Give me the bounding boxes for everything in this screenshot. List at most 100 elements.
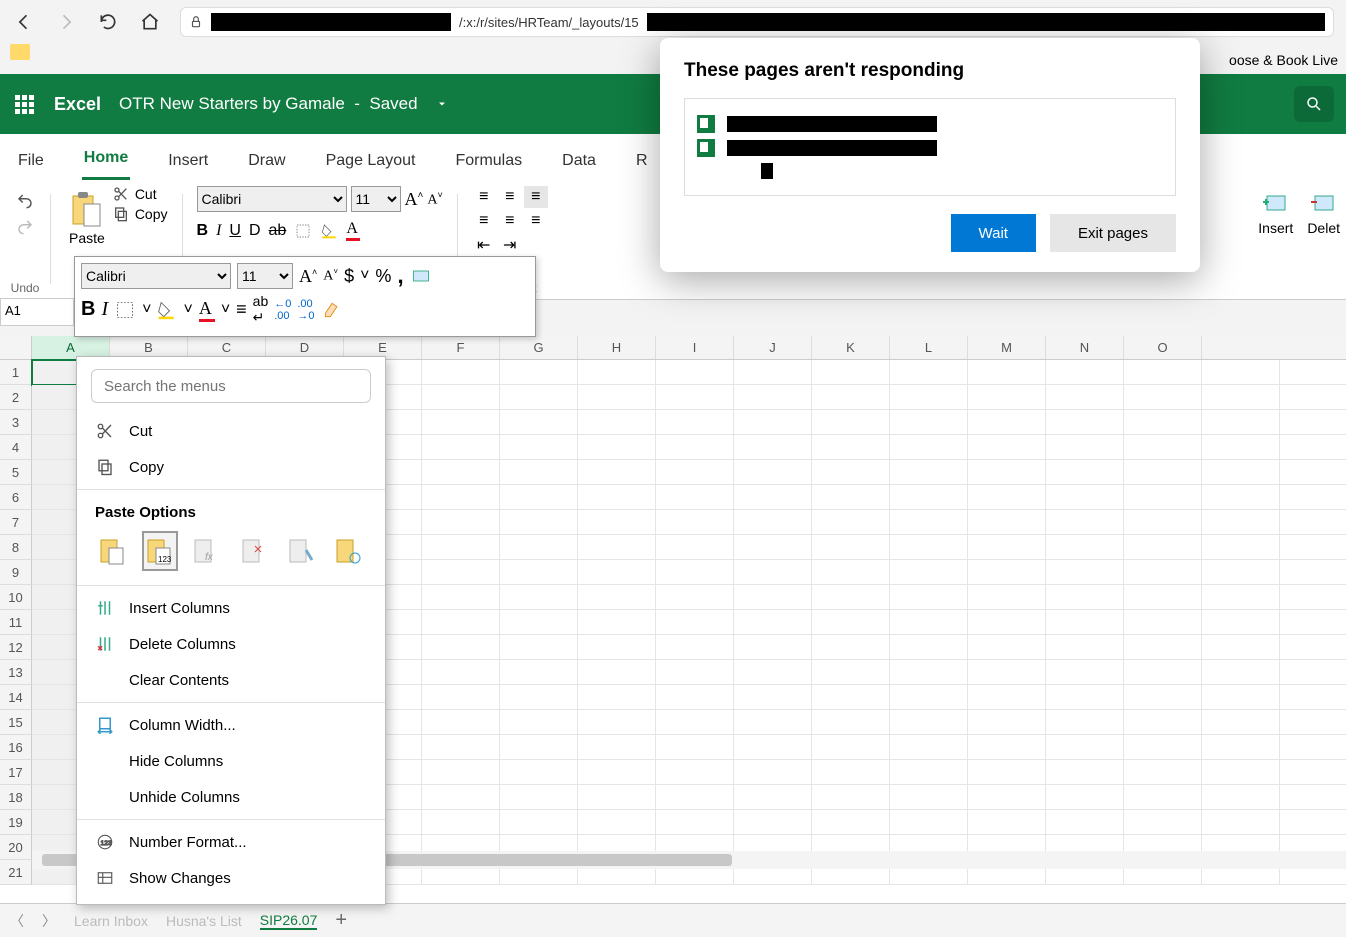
cell[interactable] bbox=[656, 810, 734, 835]
cell[interactable] bbox=[1046, 760, 1124, 785]
cell[interactable] bbox=[656, 535, 734, 560]
cell[interactable] bbox=[578, 660, 656, 685]
cell[interactable] bbox=[968, 635, 1046, 660]
cell[interactable] bbox=[1280, 635, 1346, 660]
cell[interactable] bbox=[1280, 785, 1346, 810]
cell[interactable] bbox=[734, 360, 812, 385]
cell[interactable] bbox=[890, 635, 968, 660]
cell[interactable] bbox=[578, 360, 656, 385]
row-header[interactable]: 20 bbox=[0, 835, 32, 860]
tab-data[interactable]: Data bbox=[560, 142, 598, 180]
align-top-left[interactable]: ≡ bbox=[472, 186, 496, 208]
row-header[interactable]: 3 bbox=[0, 410, 32, 435]
cell[interactable] bbox=[500, 635, 578, 660]
cell[interactable] bbox=[1046, 660, 1124, 685]
ctx-show-changes[interactable]: Show Changes bbox=[77, 860, 385, 896]
cell[interactable] bbox=[656, 510, 734, 535]
cell[interactable] bbox=[890, 485, 968, 510]
cell[interactable] bbox=[812, 610, 890, 635]
paste-option-link[interactable] bbox=[332, 531, 367, 571]
row-header[interactable]: 15 bbox=[0, 710, 32, 735]
address-bar[interactable]: /:x:/r/sites/HRTeam/_layouts/15 bbox=[180, 7, 1334, 37]
row-header[interactable]: 18 bbox=[0, 785, 32, 810]
cell[interactable] bbox=[500, 785, 578, 810]
cell[interactable] bbox=[1280, 410, 1346, 435]
cell[interactable] bbox=[1280, 735, 1346, 760]
cell[interactable] bbox=[1124, 735, 1202, 760]
cell[interactable] bbox=[734, 785, 812, 810]
cell[interactable] bbox=[812, 510, 890, 535]
font-name-select[interactable]: Calibri bbox=[197, 186, 347, 212]
cell[interactable] bbox=[1124, 360, 1202, 385]
indent-increase[interactable]: ⇥ bbox=[498, 234, 522, 256]
cell[interactable] bbox=[812, 585, 890, 610]
cell[interactable] bbox=[422, 535, 500, 560]
cell[interactable] bbox=[1124, 560, 1202, 585]
select-all-corner[interactable] bbox=[0, 336, 32, 359]
row-header[interactable]: 2 bbox=[0, 385, 32, 410]
cell[interactable] bbox=[578, 710, 656, 735]
row-header[interactable]: 17 bbox=[0, 760, 32, 785]
app-launcher-icon[interactable] bbox=[12, 92, 36, 116]
cell[interactable] bbox=[1124, 785, 1202, 810]
bold-button[interactable]: B bbox=[197, 222, 209, 240]
cell[interactable] bbox=[890, 460, 968, 485]
mini-currency-more[interactable]: ˅ bbox=[360, 267, 369, 285]
cell[interactable] bbox=[422, 810, 500, 835]
col-header-l[interactable]: L bbox=[890, 336, 968, 359]
cell[interactable] bbox=[1202, 460, 1280, 485]
col-header-i[interactable]: I bbox=[656, 336, 734, 359]
grow-font-icon[interactable]: A˄ bbox=[405, 189, 424, 210]
cell[interactable] bbox=[1046, 685, 1124, 710]
cell[interactable] bbox=[1046, 610, 1124, 635]
cell[interactable] bbox=[578, 585, 656, 610]
align-mid-center[interactable]: ≡ bbox=[498, 210, 522, 232]
cell[interactable] bbox=[1202, 435, 1280, 460]
cell[interactable] bbox=[968, 610, 1046, 635]
sheet-tab[interactable]: Husna's List bbox=[166, 913, 242, 929]
cell[interactable] bbox=[812, 760, 890, 785]
cell[interactable] bbox=[656, 635, 734, 660]
ctx-number-format[interactable]: 123 Number Format... bbox=[77, 824, 385, 860]
cell[interactable] bbox=[422, 635, 500, 660]
cell[interactable] bbox=[734, 410, 812, 435]
cell[interactable] bbox=[734, 760, 812, 785]
cell[interactable] bbox=[1202, 360, 1280, 385]
cell[interactable] bbox=[1124, 810, 1202, 835]
cell[interactable] bbox=[578, 435, 656, 460]
italic-button[interactable]: I bbox=[216, 222, 221, 240]
cell[interactable] bbox=[734, 660, 812, 685]
sheet-tab-active[interactable]: SIP26.07 bbox=[260, 912, 318, 930]
align-mid-right[interactable]: ≡ bbox=[524, 210, 548, 232]
cell[interactable] bbox=[1046, 485, 1124, 510]
cell[interactable] bbox=[656, 735, 734, 760]
cell[interactable] bbox=[968, 785, 1046, 810]
cell[interactable] bbox=[500, 560, 578, 585]
mini-borders-icon[interactable] bbox=[114, 300, 136, 320]
tab-home[interactable]: Home bbox=[82, 139, 130, 180]
cell[interactable] bbox=[422, 560, 500, 585]
cell[interactable] bbox=[656, 410, 734, 435]
cell[interactable] bbox=[1202, 685, 1280, 710]
col-header-j[interactable]: J bbox=[734, 336, 812, 359]
cell[interactable] bbox=[1046, 360, 1124, 385]
cell[interactable] bbox=[656, 660, 734, 685]
col-header-n[interactable]: N bbox=[1046, 336, 1124, 359]
paste-option-formulas[interactable]: fx bbox=[190, 531, 225, 571]
cell[interactable] bbox=[1202, 660, 1280, 685]
cell[interactable] bbox=[1124, 710, 1202, 735]
cell[interactable] bbox=[578, 735, 656, 760]
cell[interactable] bbox=[1280, 585, 1346, 610]
cell[interactable] bbox=[578, 535, 656, 560]
cell[interactable] bbox=[1202, 410, 1280, 435]
mini-italic[interactable]: I bbox=[101, 298, 108, 321]
cell[interactable] bbox=[734, 535, 812, 560]
add-sheet-button[interactable]: + bbox=[335, 909, 347, 932]
cell[interactable] bbox=[1280, 760, 1346, 785]
cell[interactable] bbox=[578, 510, 656, 535]
cell[interactable] bbox=[656, 385, 734, 410]
cell[interactable] bbox=[500, 485, 578, 510]
cell[interactable] bbox=[578, 410, 656, 435]
mini-size-select[interactable]: 11 bbox=[237, 263, 293, 289]
indent-decrease[interactable]: ⇤ bbox=[472, 234, 496, 256]
